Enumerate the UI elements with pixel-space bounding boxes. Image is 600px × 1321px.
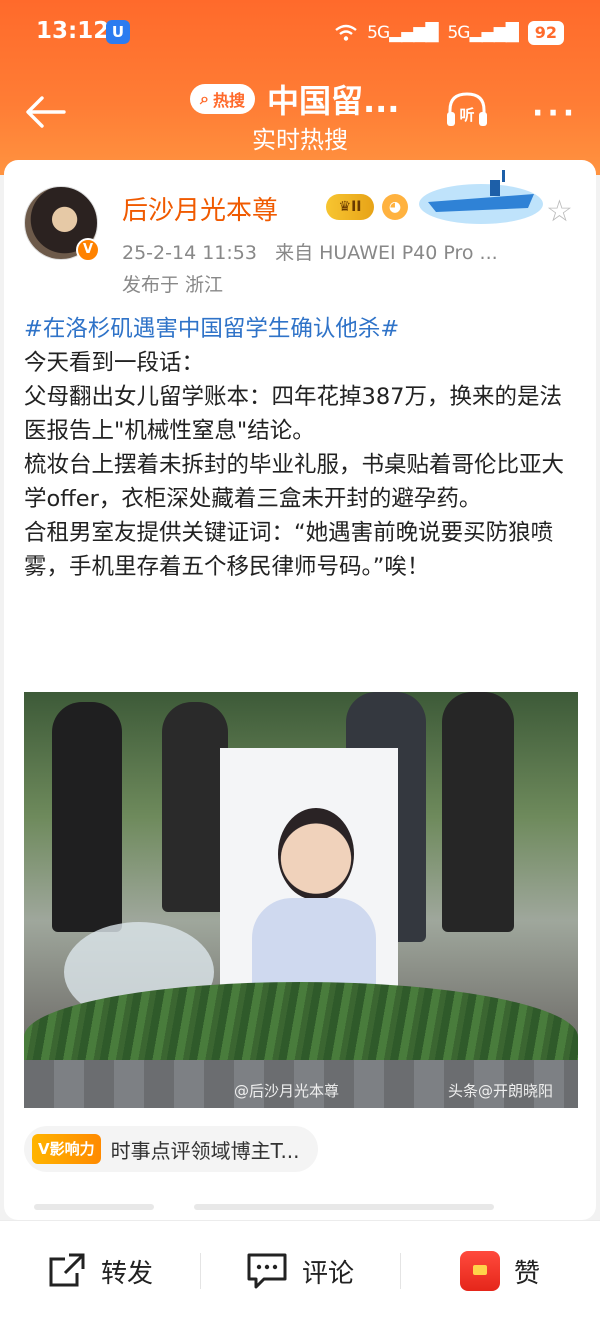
influence-v-badge: V影响力 xyxy=(32,1134,101,1164)
image-watermark-right: 头条@开朗晓阳 xyxy=(448,1082,554,1100)
image-watermark-left: @后沙月光本尊 xyxy=(234,1082,340,1100)
comment-label: 评论 xyxy=(301,1258,354,1289)
wifi-icon xyxy=(335,24,357,41)
comment-button[interactable]: 评论 xyxy=(200,1221,400,1321)
username[interactable]: 后沙月光本尊 xyxy=(122,190,278,227)
post-paragraph: 今天看到一段话： xyxy=(24,350,205,376)
portrait-face xyxy=(278,808,354,900)
page-subtitle: 实时热搜 xyxy=(252,126,348,154)
like-icon xyxy=(459,1251,500,1291)
status-bar: 13:12 U 5G▂▄▆█ 5G▂▄▆█ 92 xyxy=(0,0,600,66)
post-card: V 后沙月光本尊 ♛II ◕ ☆ 25-2-14 11:53 来自 HUAWEI… xyxy=(4,160,596,1220)
fan-emoji-badge-icon: ◕ xyxy=(382,194,408,220)
status-time: 13:12 xyxy=(36,18,110,44)
share-icon xyxy=(49,1253,85,1287)
photo-bystander xyxy=(52,702,122,932)
network-type-2: 5G xyxy=(447,23,470,43)
signal-icon-2: 5G▂▄▆█ xyxy=(447,23,518,43)
signal-icon: 5G▂▄▆█ xyxy=(367,23,438,43)
member-level-badge: ♛II xyxy=(326,194,374,220)
hot-search-badge: ⌕ 热搜 xyxy=(190,84,255,114)
search-icon: ⌕ xyxy=(200,89,209,108)
influence-text: 时事点评领域博主T... xyxy=(110,1138,300,1163)
post-timestamp: 25-2-14 11:53 xyxy=(122,242,257,264)
headphones-listen-icon[interactable]: 听 xyxy=(444,90,490,130)
aircraft-carrier-decoration-icon xyxy=(419,170,543,224)
post-source: 来自 HUAWEI P40 Pro ... xyxy=(275,242,498,264)
placeholder-bar xyxy=(194,1204,494,1210)
post-paragraph: 梳妆台上摆着未拆封的毕业礼服，书桌贴着哥伦比亚大学offer，衣柜深处藏着三盒未… xyxy=(24,452,565,512)
like-button[interactable]: 赞 xyxy=(400,1221,600,1321)
post-paragraph: 父母翻出女儿留学账本：四年花掉387万，换来的是法医报告上"机械性窒息"结论。 xyxy=(24,384,562,444)
comment-icon xyxy=(247,1253,287,1289)
photo-bystander xyxy=(442,692,514,932)
network-type-1: 5G xyxy=(367,23,390,43)
like-label: 赞 xyxy=(513,1258,540,1289)
status-indicators: 5G▂▄▆█ 5G▂▄▆█ 92 xyxy=(335,16,564,50)
post-meta: 25-2-14 11:53 来自 HUAWEI P40 Pro ... xyxy=(122,238,498,265)
more-options-icon[interactable]: ··· xyxy=(532,96,578,131)
post-photo[interactable]: @后沙月光本尊 头条@开朗晓阳 xyxy=(24,692,578,1108)
page-title: 中国留... xyxy=(266,82,400,120)
post-body: #在洛杉矶遇害中国留学生确认他杀# 今天看到一段话： 父母翻出女儿留学账本：四年… xyxy=(24,312,584,584)
listen-label: 听 xyxy=(459,106,474,124)
post-paragraph: 合租男室友提供关键证词：“她遇害前晚说要买防狼喷雾，手机里存着五个移民律师号码。… xyxy=(24,520,554,580)
favorite-star-icon[interactable]: ☆ xyxy=(546,194,573,229)
collapsed-content-placeholder xyxy=(34,1204,514,1218)
photo-bystander xyxy=(162,702,228,912)
level-text: II xyxy=(351,199,362,215)
battery-indicator: 92 xyxy=(527,21,564,45)
post-location: 发布于 浙江 xyxy=(122,274,224,296)
nav-bar: ⌕ 热搜 中国留... 实时热搜 听 ··· xyxy=(0,66,600,166)
notification-app-icon: U xyxy=(106,20,130,44)
hashtag-link[interactable]: #在洛杉矶遇害中国留学生确认他杀# xyxy=(24,312,584,346)
repost-label: 转发 xyxy=(100,1258,153,1289)
verified-v-icon: V xyxy=(76,238,100,262)
influence-badge-pill[interactable]: V影响力 时事点评领域博主T... xyxy=(24,1126,318,1172)
app-header: 13:12 U 5G▂▄▆█ 5G▂▄▆█ 92 ⌕ 热搜 中国留... 实时热… xyxy=(0,0,600,175)
placeholder-bar xyxy=(34,1204,154,1210)
memorial-portrait xyxy=(220,748,398,1016)
nav-title-row: ⌕ 热搜 中国留... xyxy=(190,76,399,122)
repost-button[interactable]: 转发 xyxy=(0,1221,200,1321)
hot-search-label: 热搜 xyxy=(212,91,245,110)
action-bar: 转发 评论 赞 xyxy=(0,1220,600,1321)
